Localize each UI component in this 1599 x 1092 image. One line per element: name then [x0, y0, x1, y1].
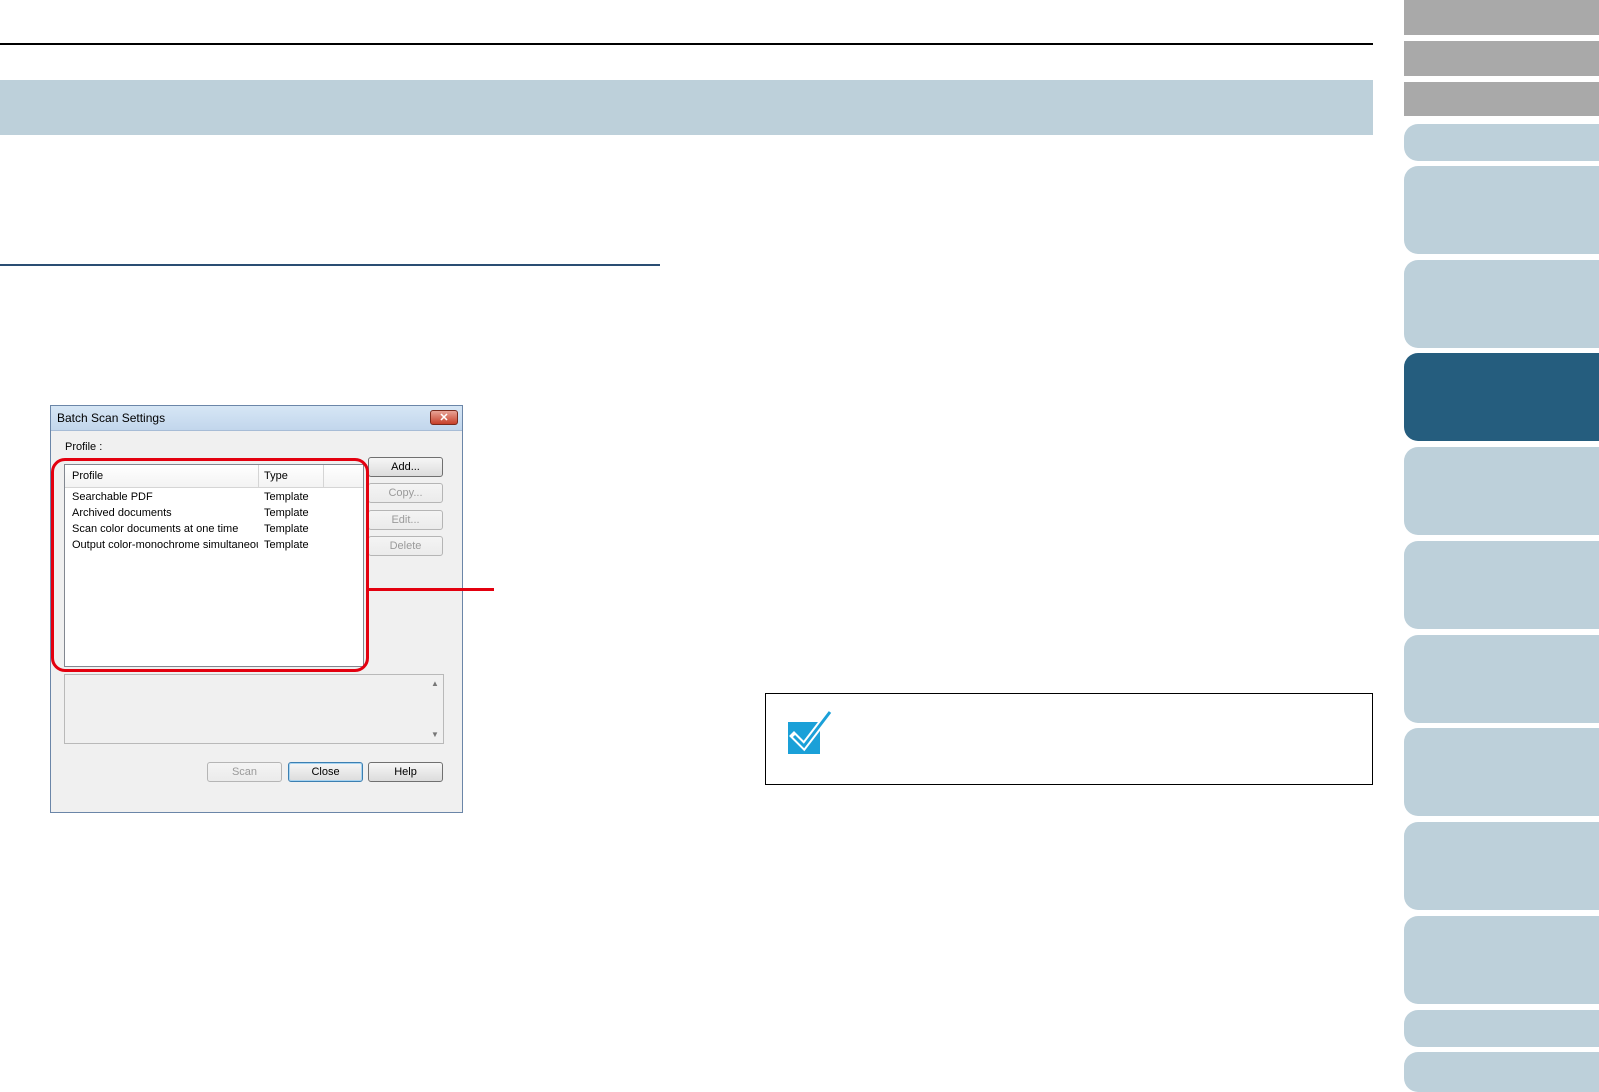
check-icon: [788, 708, 834, 754]
sidetab-2[interactable]: [1404, 41, 1599, 76]
callout-line: [369, 588, 494, 591]
sidetab-active[interactable]: [1404, 353, 1599, 441]
title-band: [0, 80, 1373, 135]
scroll-down-icon[interactable]: ▼: [431, 730, 439, 739]
section-rule: [0, 264, 660, 266]
sidetab-3[interactable]: [1404, 82, 1599, 116]
sidetab-4[interactable]: [1404, 124, 1599, 161]
copy-button[interactable]: Copy...: [368, 483, 443, 503]
description-scrollbar[interactable]: ▲ ▼: [427, 675, 443, 743]
profile-list-highlight: [51, 458, 369, 672]
sidetab-6[interactable]: [1404, 260, 1599, 348]
sidetab-9[interactable]: [1404, 541, 1599, 629]
note-box: [765, 693, 1373, 785]
scroll-up-icon[interactable]: ▲: [431, 679, 439, 688]
profile-label: Profile :: [65, 441, 103, 453]
sidetab-13[interactable]: [1404, 916, 1599, 1004]
sidetab-15[interactable]: [1404, 1052, 1599, 1092]
sidetab-10[interactable]: [1404, 635, 1599, 723]
dialog-title: Batch Scan Settings: [57, 411, 166, 425]
add-button[interactable]: Add...: [368, 457, 443, 477]
sidetab-14[interactable]: [1404, 1010, 1599, 1047]
delete-button[interactable]: Delete: [368, 536, 443, 556]
sidetab-8[interactable]: [1404, 447, 1599, 535]
close-icon[interactable]: ✕: [430, 410, 458, 425]
dialog-titlebar: Batch Scan Settings ✕: [51, 406, 462, 431]
sidetab-11[interactable]: [1404, 728, 1599, 816]
sidetab-12[interactable]: [1404, 822, 1599, 910]
close-button[interactable]: Close: [288, 762, 363, 782]
sidetab-5[interactable]: [1404, 166, 1599, 254]
top-rule: [0, 43, 1373, 45]
help-button[interactable]: Help: [368, 762, 443, 782]
description-box: ▲ ▼: [64, 674, 444, 744]
sidetab-1[interactable]: [1404, 0, 1599, 35]
scan-button[interactable]: Scan: [207, 762, 282, 782]
edit-button[interactable]: Edit...: [368, 510, 443, 530]
